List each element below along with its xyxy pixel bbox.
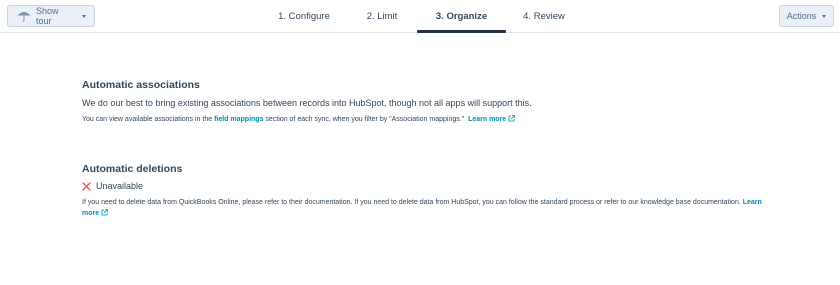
tab-organize[interactable]: 3. Organize xyxy=(417,0,506,33)
deletions-note-text: If you need to delete data from QuickBoo… xyxy=(82,199,741,206)
associations-note-suffix: section of each sync, when you filter by… xyxy=(265,116,465,123)
deletions-title: Automatic deletions xyxy=(82,163,183,175)
deletions-status: Unavailable xyxy=(82,180,762,193)
learn-more-label: Learn more xyxy=(468,116,507,123)
status-label: Unavailable xyxy=(96,181,144,191)
associations-lead: We do our best to bring existing associa… xyxy=(82,98,532,108)
automatic-deletions-section: Automatic deletions Unavailable If you n… xyxy=(82,162,762,219)
active-tab-indicator xyxy=(417,30,506,33)
tab-limit[interactable]: 2. Limit xyxy=(356,0,408,33)
external-link-icon xyxy=(508,115,515,122)
associations-note-prefix: You can view available associations in t… xyxy=(82,116,213,123)
top-bar: Show tour 1. Configure 2. Limit 3. Organ… xyxy=(0,0,840,33)
caret-down-icon xyxy=(822,14,827,18)
external-link-icon xyxy=(101,209,108,216)
tab-configure[interactable]: 1. Configure xyxy=(268,0,340,33)
actions-button[interactable]: Actions xyxy=(779,5,834,27)
associations-note: You can view available associations in t… xyxy=(82,114,762,125)
deletions-note: If you need to delete data from QuickBoo… xyxy=(82,197,762,219)
associations-title: Automatic associations xyxy=(82,79,200,91)
actions-label: Actions xyxy=(786,11,817,21)
x-icon xyxy=(82,182,91,191)
field-mappings-link[interactable]: field mappings xyxy=(214,116,263,123)
automatic-associations-section: Automatic associations We do our best to… xyxy=(82,78,762,125)
step-navigation: 1. Configure 2. Limit 3. Organize 4. Rev… xyxy=(0,0,840,33)
associations-learn-more-link[interactable]: Learn more xyxy=(468,115,515,123)
tab-review[interactable]: 4. Review xyxy=(514,0,574,33)
